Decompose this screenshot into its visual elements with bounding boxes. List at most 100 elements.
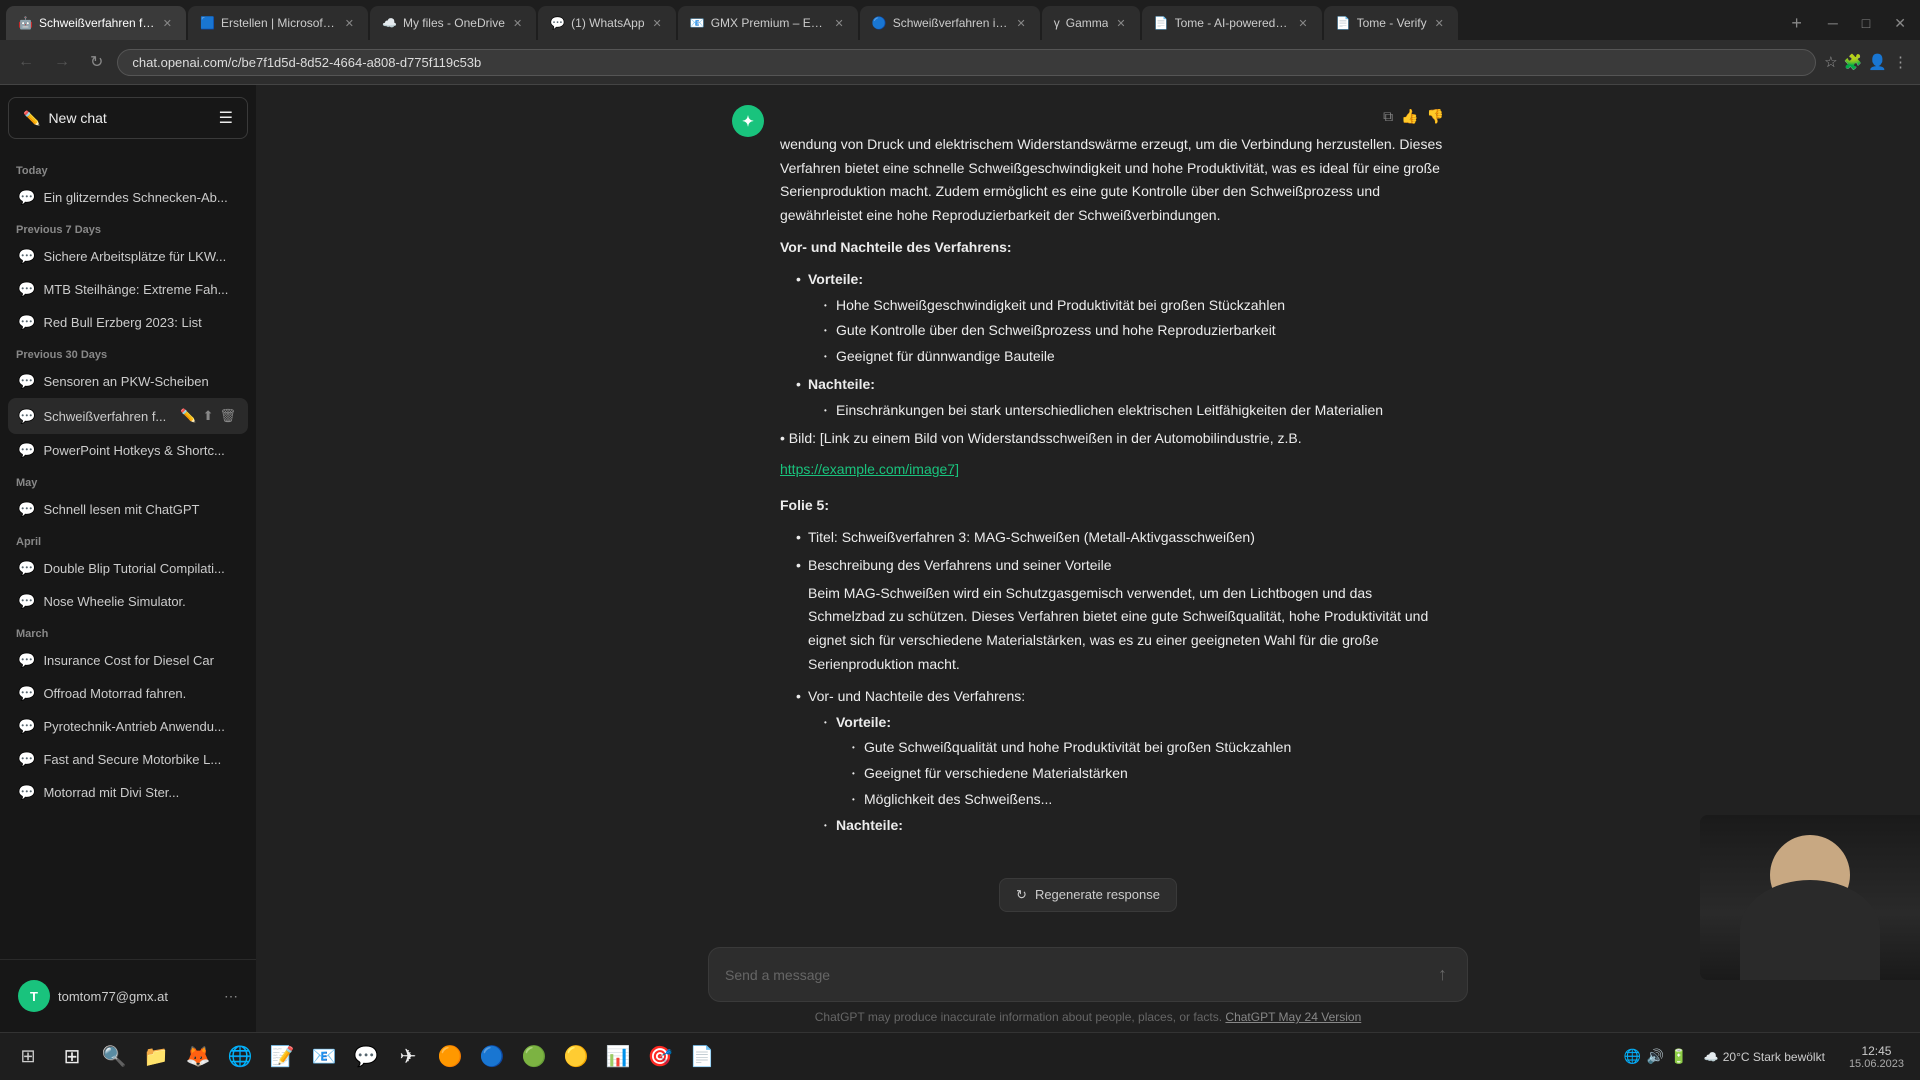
thumbs-down-icon[interactable]: 👎	[1427, 105, 1444, 129]
chat-icon: 💬	[18, 501, 35, 518]
section1-title: Vor- und Nachteile des Verfahrens:	[780, 236, 1444, 260]
taskbar-icon-app2[interactable]: 🔵	[472, 1037, 512, 1077]
taskbar-icon-firefox[interactable]: 🦊	[178, 1037, 218, 1077]
back-button[interactable]: ←	[12, 49, 40, 75]
message-input[interactable]	[725, 967, 1426, 983]
taskbar-icon-outlook[interactable]: 📧	[304, 1037, 344, 1077]
taskbar-icon-app1[interactable]: 🟠	[430, 1037, 470, 1077]
sidebar-item[interactable]: 💬 Ein glitzerndes Schnecken-Ab...	[8, 181, 248, 214]
taskbar-icon-excel[interactable]: 📊	[598, 1037, 638, 1077]
tab-t1[interactable]: 🤖 Schweißverfahren fü... ✕	[6, 6, 186, 40]
assistant-message: ✦ ⧉ 👍 👎 wendung von Druck und elektrisch…	[732, 105, 1444, 842]
clock[interactable]: 12:45 15.06.2023	[1841, 1044, 1912, 1070]
folie5-desc: Beim MAG-Schweißen wird ein Schutzgasgem…	[808, 582, 1444, 677]
tab-t2[interactable]: 🟦 Erstellen | Microsoft 3... ✕	[188, 6, 368, 40]
app3-icon: 🟢	[522, 1044, 547, 1069]
bild-link[interactable]: https://example.com/image7]	[780, 458, 1444, 482]
tab-close-t8[interactable]: ✕	[1296, 15, 1309, 32]
taskbar-icon-app3[interactable]: 🟢	[514, 1037, 554, 1077]
taskbar-icon-teams[interactable]: 💬	[346, 1037, 386, 1077]
tab-t3[interactable]: ☁️ My files - OneDrive ✕	[370, 6, 536, 40]
sidebar-item[interactable]: 💬 Offroad Motorrad fahren.	[8, 677, 248, 710]
battery-icon[interactable]: 🔋	[1670, 1048, 1687, 1065]
sidebar-item[interactable]: 💬 Schnell lesen mit ChatGPT	[8, 493, 248, 526]
tab-t8[interactable]: 📄 Tome - AI-powered s... ✕	[1142, 6, 1322, 40]
taskbar-icon-word[interactable]: 📝	[262, 1037, 302, 1077]
tab-t9[interactable]: 📄 Tome - Verify ✕	[1324, 6, 1458, 40]
sidebar-item[interactable]: 💬 MTB Steilhänge: Extreme Fah...	[8, 273, 248, 306]
extension-icon[interactable]: 🧩	[1844, 53, 1863, 71]
sidebar-item[interactable]: 💬 Double Blip Tutorial Compilati...	[8, 552, 248, 585]
taskbar-icon-app4[interactable]: 🟡	[556, 1037, 596, 1077]
tab-close-t2[interactable]: ✕	[343, 15, 356, 32]
forward-button[interactable]: →	[48, 49, 76, 75]
regenerate-button[interactable]: ↻ Regenerate response	[999, 878, 1177, 912]
tab-close-t7[interactable]: ✕	[1114, 15, 1127, 32]
sidebar-item[interactable]: 💬 Insurance Cost for Diesel Car	[8, 644, 248, 677]
sidebar-item[interactable]: 💬 Fast and Secure Motorbike L...	[8, 743, 248, 776]
taskbar-icon-windows-start[interactable]: ⊞	[52, 1037, 92, 1077]
chat-icon: 💬	[18, 685, 35, 702]
user-menu-icon[interactable]: ⋯	[224, 988, 238, 1005]
network-icon[interactable]: 🌐	[1623, 1048, 1640, 1065]
reload-button[interactable]: ↻	[84, 48, 109, 76]
address-bar[interactable]	[117, 49, 1816, 76]
new-tab-button[interactable]: +	[1783, 9, 1810, 38]
tab-t7[interactable]: γ Gamma ✕	[1042, 6, 1140, 40]
sidebar-toggle-icon[interactable]: ☰	[219, 108, 233, 128]
taskbar-icon-telegram[interactable]: ✈	[388, 1037, 428, 1077]
tab-close-t6[interactable]: ✕	[1015, 15, 1028, 32]
start-button[interactable]: ⊞	[8, 1037, 48, 1077]
chat-icon: 💬	[18, 784, 35, 801]
tab-close-t9[interactable]: ✕	[1433, 15, 1446, 32]
copy-icon[interactable]: ⧉	[1383, 105, 1393, 129]
sidebar-item[interactable]: 💬 Motorrad mit Divi Ster...	[8, 776, 248, 809]
taskbar-icon-word2[interactable]: 📄	[682, 1037, 722, 1077]
share-icon[interactable]: ⬆	[201, 406, 216, 426]
sidebar-section-previous-7-days: Previous 7 Days	[8, 214, 248, 240]
sidebar-item[interactable]: 💬 Pyrotechnik-Antrieb Anwendu...	[8, 710, 248, 743]
taskbar-icon-chrome[interactable]: 🌐	[220, 1037, 260, 1077]
taskbar-icon-app5[interactable]: 🎯	[640, 1037, 680, 1077]
send-button[interactable]: ↑	[1434, 960, 1451, 989]
tab-close-t4[interactable]: ✕	[651, 15, 664, 32]
edit-icon[interactable]: ✏️	[178, 406, 198, 426]
minimize-button[interactable]: ─	[1820, 11, 1846, 35]
sidebar-item[interactable]: 💬 PowerPoint Hotkeys & Shortc...	[8, 434, 248, 467]
tab-close-t5[interactable]: ✕	[833, 15, 846, 32]
tab-close-t1[interactable]: ✕	[161, 15, 174, 32]
close-button[interactable]: ✕	[1886, 11, 1914, 36]
tab-close-t3[interactable]: ✕	[511, 15, 524, 32]
sidebar-section-march: March	[8, 618, 248, 644]
sidebar-item[interactable]: 💬 Red Bull Erzberg 2023: List	[8, 306, 248, 339]
folie5-vorteile-item: Gute Schweißqualität und hohe Produktivi…	[852, 736, 1444, 760]
taskbar-icon-file-explorer[interactable]: 📁	[136, 1037, 176, 1077]
tab-t5[interactable]: 📧 GMX Premium – E-M... ✕	[678, 6, 858, 40]
taskbar-icon-search[interactable]: 🔍	[94, 1037, 134, 1077]
tab-t6[interactable]: 🔵 Schweißverfahren in... ✕	[860, 6, 1040, 40]
bookmark-icon[interactable]: ☆	[1824, 53, 1837, 71]
sidebar-item[interactable]: 💬 Sensoren an PKW-Scheiben	[8, 365, 248, 398]
new-chat-button[interactable]: ✏️ New chat ☰	[8, 97, 248, 139]
chat-messages[interactable]: ✦ ⧉ 👍 👎 wendung von Druck und elektrisch…	[256, 85, 1920, 935]
sidebar-item[interactable]: 💬 Sichere Arbeitsplätze für LKW...	[8, 240, 248, 273]
profile-icon[interactable]: 👤	[1868, 53, 1887, 71]
sidebar-item[interactable]: 💬 Nose Wheelie Simulator.	[8, 585, 248, 618]
tab-bar: 🤖 Schweißverfahren fü... ✕ 🟦 Erstellen |…	[0, 0, 1920, 40]
weather-widget[interactable]: ☁️ 20°C Stark bewölkt	[1696, 1046, 1833, 1068]
settings-icon[interactable]: ⋮	[1893, 53, 1908, 71]
user-row[interactable]: T tomtom77@gmx.at ⋯	[8, 972, 248, 1020]
sidebar-scroll[interactable]: Today 💬 Ein glitzerndes Schnecken-Ab... …	[0, 151, 256, 959]
delete-icon[interactable]: 🗑	[217, 406, 238, 426]
disclaimer-link[interactable]: ChatGPT May 24 Version	[1225, 1010, 1361, 1024]
vorteile-section: Vorteile: Hohe Schweißgeschwindigkeit un…	[780, 268, 1444, 423]
sidebar-section-may: May	[8, 467, 248, 493]
tab-label-t5: GMX Premium – E-M...	[711, 16, 827, 30]
thumbs-up-icon[interactable]: 👍	[1401, 105, 1418, 129]
sidebar-item[interactable]: 💬 Schweißverfahren f... ✏️ ⬆ 🗑	[8, 398, 248, 434]
tab-t4[interactable]: 💬 (1) WhatsApp ✕	[538, 6, 676, 40]
video-overlay	[1700, 815, 1920, 980]
maximize-button[interactable]: □	[1854, 11, 1878, 35]
input-box: ↑	[708, 947, 1468, 1002]
volume-icon[interactable]: 🔊	[1647, 1048, 1664, 1065]
